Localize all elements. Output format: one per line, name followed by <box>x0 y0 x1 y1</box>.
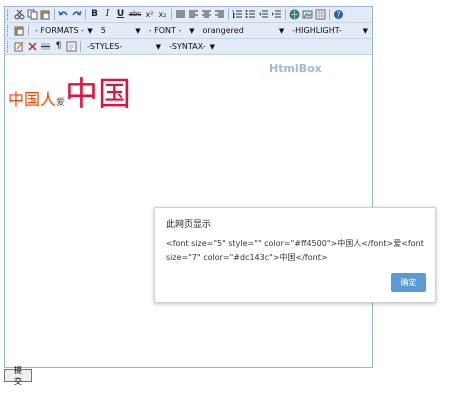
chevron-down-icon: ▼ <box>189 26 195 35</box>
highlight-select-value: -HIGHLIGHT- <box>292 26 342 35</box>
formats-select[interactable]: - FORMATS - ▼ <box>33 25 95 37</box>
dialog-title: 此网页显示 <box>166 220 212 230</box>
align-justify-icon[interactable] <box>175 9 186 20</box>
toolbar-row-2: - FORMATS - ▼ 5 ▼ - FONT - ▼ orangered ▼… <box>5 23 372 39</box>
chevron-down-icon: ▼ <box>209 42 215 51</box>
align-left-icon[interactable] <box>188 9 199 20</box>
paste-text-icon[interactable] <box>14 25 25 36</box>
ok-button[interactable]: 确定 <box>391 273 426 292</box>
formats-select-value: - FORMATS - <box>34 26 85 35</box>
bold-button[interactable]: B <box>89 9 100 20</box>
font-size-select[interactable]: 5 ▼ <box>99 25 143 37</box>
separator <box>285 9 286 20</box>
syntax-select-value: -SYNTAX- <box>169 42 206 51</box>
toolbar-grip[interactable] <box>7 9 11 20</box>
separator <box>80 41 81 52</box>
content-line: 中国人爱中国 <box>8 67 131 115</box>
underline-button[interactable]: U <box>115 9 126 20</box>
unordered-list-icon[interactable] <box>245 9 256 20</box>
syntax-select[interactable]: -SYNTAX- ▼ <box>167 41 217 53</box>
strikethrough-button[interactable]: abc <box>128 9 142 20</box>
submit-button[interactable]: 提交 <box>4 366 32 386</box>
image-icon[interactable] <box>302 9 313 20</box>
ordered-list-icon[interactable] <box>232 9 243 20</box>
content-text-zhongguo: 中国 <box>65 74 132 113</box>
source-icon[interactable] <box>66 41 77 52</box>
separator <box>171 9 172 20</box>
superscript-button[interactable]: x² <box>144 9 155 20</box>
outdent-icon[interactable] <box>258 9 269 20</box>
font-select[interactable]: - FONT - ▼ <box>147 25 197 37</box>
edit-html-icon[interactable] <box>14 41 25 52</box>
svg-text:?: ? <box>336 11 340 20</box>
align-right-icon[interactable] <box>214 9 225 20</box>
separator <box>27 25 29 36</box>
separator <box>329 9 330 20</box>
chevron-down-icon: ▼ <box>87 26 93 35</box>
font-size-select-value: 5 <box>100 26 106 35</box>
table-icon[interactable] <box>315 9 326 20</box>
horizontal-rule-icon[interactable] <box>40 41 51 52</box>
undo-icon[interactable] <box>58 9 69 20</box>
toolbar-grip[interactable] <box>7 25 11 36</box>
indent-icon[interactable] <box>271 9 282 20</box>
styles-select-value: -STYLES- <box>87 42 123 51</box>
toolbar-row-1: B I U abc x² x₂ ? <box>5 7 372 23</box>
alert-dialog: 此网页显示 <font size="5" style="" color="#ff… <box>154 207 436 303</box>
chevron-down-icon: ▼ <box>135 26 141 35</box>
subscript-button[interactable]: x₂ <box>157 9 168 20</box>
separator <box>85 9 86 20</box>
italic-button[interactable]: I <box>102 9 113 20</box>
dialog-message: <font size="5" style="" color="#ff4500">… <box>166 239 424 262</box>
color-select[interactable]: orangered ▼ <box>201 25 287 37</box>
chevron-down-icon: ▼ <box>155 42 161 51</box>
paragraph-icon[interactable]: ¶ <box>53 41 64 52</box>
toolbar-row-3: ¶ -STYLES- ▼ -SYNTAX- ▼ <box>5 39 372 55</box>
html-editor: B I U abc x² x₂ ? - FORMATS - ▼ 5 ▼ - FO… <box>4 6 373 368</box>
separator <box>54 9 55 20</box>
styles-select[interactable]: -STYLES- ▼ <box>85 41 163 53</box>
highlight-select[interactable]: -HIGHLIGHT- ▼ <box>290 25 370 37</box>
redo-icon[interactable] <box>71 9 82 20</box>
align-center-icon[interactable] <box>201 9 212 20</box>
help-icon[interactable]: ? <box>333 9 344 20</box>
htmlbox-logo: HtmlBox <box>269 62 322 75</box>
color-select-value: orangered <box>202 26 244 35</box>
link-icon[interactable] <box>289 9 300 20</box>
toolbar-grip[interactable] <box>7 41 11 52</box>
chevron-down-icon: ▼ <box>278 26 285 35</box>
content-text-zhongguoren: 中国人 <box>8 90 57 109</box>
cut-icon[interactable] <box>14 9 25 20</box>
copy-icon[interactable] <box>27 9 38 20</box>
remove-format-icon[interactable] <box>27 41 38 52</box>
content-text-ai: 爱 <box>56 98 66 108</box>
chevron-down-icon: ▼ <box>362 26 368 35</box>
paste-icon[interactable] <box>40 9 51 20</box>
font-select-value: - FONT - <box>148 26 182 35</box>
separator <box>228 9 229 20</box>
